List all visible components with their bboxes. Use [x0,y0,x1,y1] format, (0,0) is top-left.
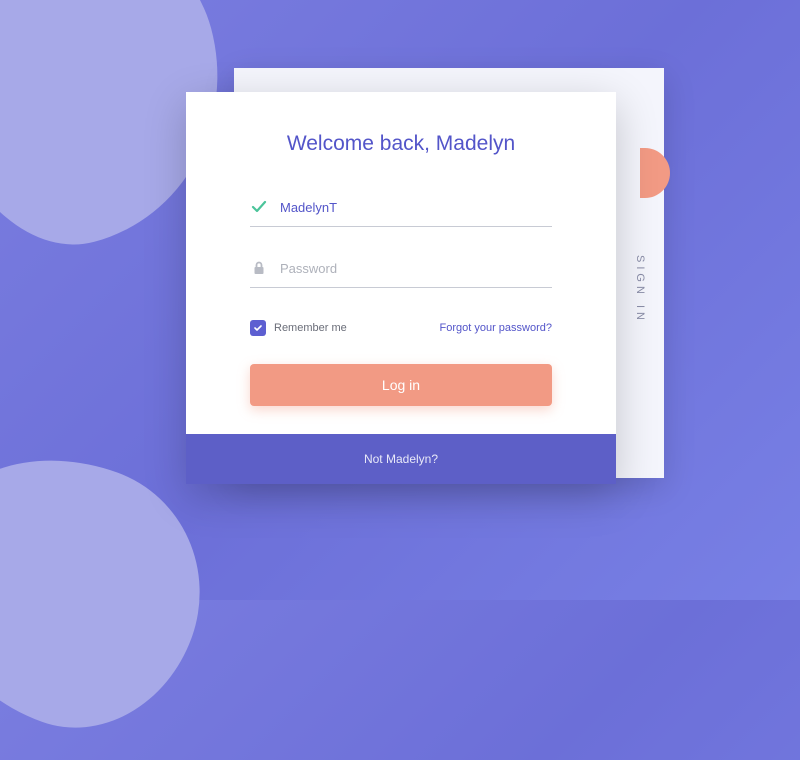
username-row [250,198,552,227]
options-row: Remember me Forgot your password? [250,320,552,336]
accent-tab [640,148,670,198]
password-row [250,259,552,288]
not-user-link[interactable]: Not Madelyn? [186,434,616,484]
remember-me-checkbox[interactable]: Remember me [250,320,347,336]
login-button[interactable]: Log in [250,364,552,406]
card-body: Welcome back, Madelyn [186,92,616,434]
username-input[interactable] [280,200,552,215]
welcome-title: Welcome back, Madelyn [250,132,552,156]
checkmark-icon [250,198,268,216]
password-input[interactable] [280,261,552,276]
lock-icon [250,259,268,277]
login-card: Welcome back, Madelyn [186,92,616,484]
remember-me-label: Remember me [274,322,347,334]
forgot-password-link[interactable]: Forgot your password? [440,322,553,334]
checkbox-icon [250,320,266,336]
sign-in-side-label: SIGN IN [634,255,646,324]
